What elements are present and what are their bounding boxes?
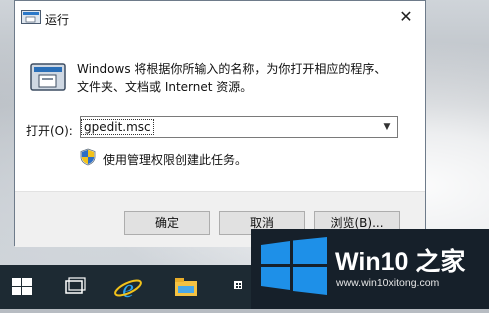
internet-explorer-button[interactable]: e [106,265,150,309]
description-line-1: Windows 将根据你所输入的名称，为你打开相应的程序、 [77,62,387,76]
internet-explorer-icon: e [114,274,142,303]
description: Windows 将根据你所输入的名称，为你打开相应的程序、 文件夹、文档或 In… [77,60,417,96]
description-line-2: 文件夹、文档或 Internet 资源。 [77,80,253,94]
file-explorer-button[interactable] [164,265,208,309]
start-icon [12,278,32,295]
watermark-title: Win10 之家 [335,248,466,276]
admin-note: 使用管理权限创建此任务。 [103,153,248,167]
close-button[interactable]: ✕ [395,6,417,28]
dialog-title: 运行 [45,13,70,27]
chevron-down-icon[interactable]: ▼ [380,120,394,134]
command-combobox[interactable]: gpedit.msc ▼ [80,116,398,138]
title-bar[interactable]: 运行 ✕ [15,1,425,37]
admin-shield-icon [80,148,96,166]
windows-logo-icon [261,237,327,295]
open-label: 打开(O): [26,124,73,138]
command-input[interactable]: gpedit.msc [81,119,154,135]
run-icon [21,10,41,24]
task-view-button[interactable] [52,265,96,309]
watermark-url: www.win10xitong.com [336,277,440,289]
watermark: Win10 之家 www.win10xitong.com [251,229,489,309]
run-dialog: 运行 ✕ Windows 将根据你所输入的名称，为你打开相应的程序、 文件夹、文… [14,0,426,247]
close-icon: ✕ [399,7,413,26]
start-button[interactable] [0,265,44,309]
task-view-icon [65,277,86,294]
file-explorer-icon [175,278,197,296]
svg-text:e: e [122,274,134,303]
ok-button[interactable]: 确定 [124,211,210,235]
run-program-icon [30,63,66,91]
